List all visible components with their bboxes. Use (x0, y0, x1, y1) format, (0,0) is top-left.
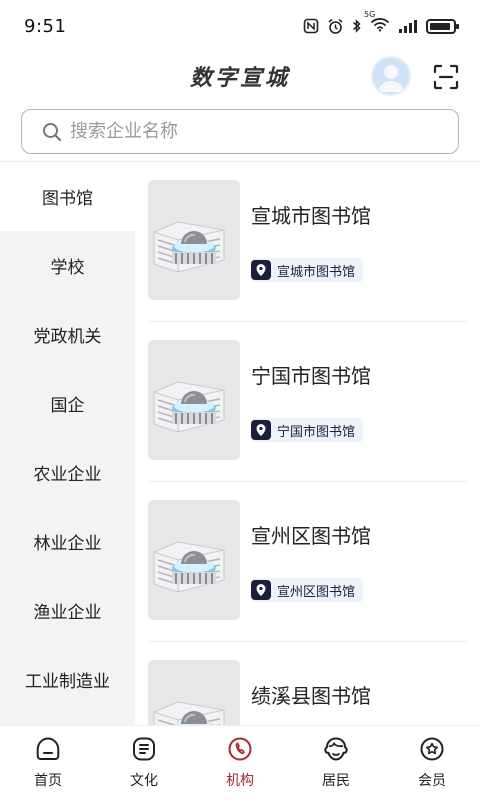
location-pin-icon (251, 260, 271, 280)
sidebar-item-label: 林业企业 (33, 534, 102, 554)
building-thumbnail (148, 500, 240, 620)
nav-label: 居民 (322, 773, 350, 789)
nav-home[interactable]: 首页 (0, 726, 96, 800)
search-bar (21, 109, 459, 154)
sidebar-item-label: 渔业企业 (33, 603, 102, 623)
institution-icon (228, 737, 252, 761)
location-tag[interactable]: 宣州区图书馆 (251, 578, 364, 602)
nav-label: 首页 (34, 773, 62, 789)
bluetooth-icon (352, 18, 361, 33)
location-tag-label: 宣州区图书馆 (277, 584, 356, 600)
sidebar-item-fishery[interactable]: 渔业企业 (0, 576, 135, 645)
library-building-image (148, 660, 240, 725)
sidebar-item-label: 工业制造业 (25, 672, 110, 692)
institution-name: 绩溪县图书馆 (251, 684, 371, 708)
sidebar-item-label: 图书馆 (42, 189, 93, 209)
sidebar-item-label: 学校 (50, 258, 85, 278)
search-icon (43, 122, 62, 141)
institution-list: 宣城市图书馆 宣城市图书馆 宁国市图书馆 宁国市图书馆 宣州区图书馆 宣州区图书… (135, 162, 480, 725)
alarm-icon (328, 18, 343, 34)
nav-member[interactable]: 会员 (384, 726, 480, 800)
building-thumbnail (148, 180, 240, 300)
sidebar-item-government[interactable]: 党政机关 (0, 300, 135, 369)
status-bar: 9:51 5G (0, 0, 480, 52)
library-building-image (148, 180, 240, 300)
scan-icon[interactable] (433, 64, 459, 90)
institution-name: 宣州区图书馆 (251, 524, 371, 548)
battery-icon (426, 18, 459, 34)
signal-icon (399, 19, 417, 33)
sidebar-item-label: 党政机关 (33, 327, 102, 347)
sidebar-item-manufacturing[interactable]: 工业制造业 (0, 645, 135, 714)
sidebar-item-label: 国企 (50, 396, 85, 416)
nfc-icon (303, 18, 319, 34)
location-tag-label: 宣城市图书馆 (277, 264, 356, 280)
building-thumbnail (148, 660, 240, 725)
category-sidebar: 图书馆 学校 党政机关 国企 农业企业 林业企业 渔业企业 工业制造业 (0, 162, 135, 725)
home-icon (36, 737, 60, 760)
sidebar-item-school[interactable]: 学校 (0, 231, 135, 300)
list-item[interactable]: 宣州区图书馆 宣州区图书馆 (148, 482, 468, 642)
location-pin-icon (251, 420, 271, 440)
avatar[interactable] (371, 56, 411, 96)
sidebar-item-agriculture[interactable]: 农业企业 (0, 438, 135, 507)
library-building-image (148, 500, 240, 620)
nav-label: 机构 (226, 773, 254, 789)
institution-name: 宣城市图书馆 (251, 204, 371, 228)
sidebar-item-soe[interactable]: 国企 (0, 369, 135, 438)
institution-name: 宁国市图书馆 (251, 364, 371, 388)
bottom-nav: 首页 文化 机构 居民 会员 (0, 725, 480, 800)
nav-culture[interactable]: 文化 (96, 726, 192, 800)
location-tag[interactable]: 宁国市图书馆 (251, 418, 364, 442)
building-thumbnail (148, 340, 240, 460)
nav-label: 会员 (418, 773, 446, 789)
list-item[interactable]: 宣城市图书馆 宣城市图书馆 (148, 162, 468, 322)
list-item[interactable]: 绩溪县图书馆 (148, 642, 468, 725)
sidebar-item-forestry[interactable]: 林业企业 (0, 507, 135, 576)
member-icon (420, 737, 444, 761)
nav-label: 文化 (130, 773, 158, 789)
status-icons: 5G (303, 10, 459, 36)
battery-level (430, 22, 450, 30)
location-tag-label: 宁国市图书馆 (277, 424, 356, 440)
list-item[interactable]: 宁国市图书馆 宁国市图书馆 (148, 322, 468, 482)
sidebar-item-label: 农业企业 (33, 465, 102, 485)
residents-icon (324, 737, 348, 761)
network-type-label: 5G (364, 10, 376, 19)
location-tag[interactable]: 宣城市图书馆 (251, 258, 364, 282)
sidebar-item-library[interactable]: 图书馆 (0, 162, 135, 231)
status-time: 9:51 (24, 15, 67, 37)
nav-institution[interactable]: 机构 (192, 726, 288, 800)
culture-icon (133, 737, 155, 761)
user-avatar-icon (378, 65, 404, 92)
location-pin-icon (251, 580, 271, 600)
search-input[interactable] (70, 121, 430, 142)
wifi-icon: 5G (364, 10, 390, 36)
app-header: 数字宣城 (0, 52, 480, 102)
library-building-image (148, 340, 240, 460)
nav-residents[interactable]: 居民 (288, 726, 384, 800)
